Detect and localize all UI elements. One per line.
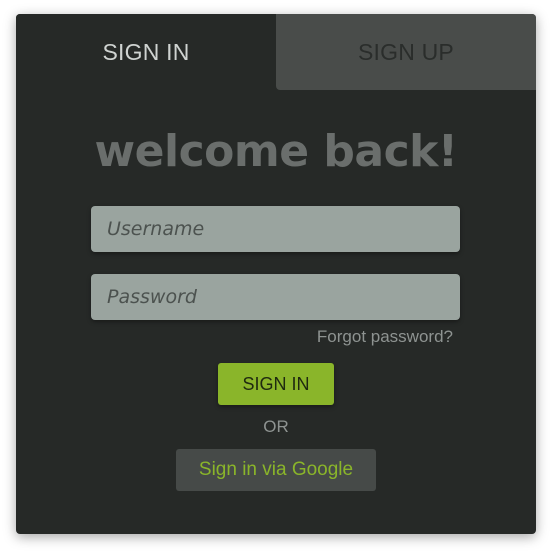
auth-tabs: SIGN IN SIGN UP xyxy=(16,14,536,90)
auth-card: SIGN IN SIGN UP welcome back! Forgot pas… xyxy=(16,14,536,534)
sign-in-button[interactable]: SIGN IN xyxy=(218,363,334,405)
welcome-heading: welcome back! xyxy=(94,126,459,177)
or-divider: OR xyxy=(263,417,289,436)
username-input[interactable] xyxy=(91,206,460,252)
forgot-password-link[interactable]: Forgot password? xyxy=(317,327,453,347)
tab-sign-in[interactable]: SIGN IN xyxy=(16,14,276,90)
google-sign-in-button[interactable]: Sign in via Google xyxy=(176,449,376,491)
password-input[interactable] xyxy=(91,274,460,320)
tab-sign-up[interactable]: SIGN UP xyxy=(276,14,536,90)
